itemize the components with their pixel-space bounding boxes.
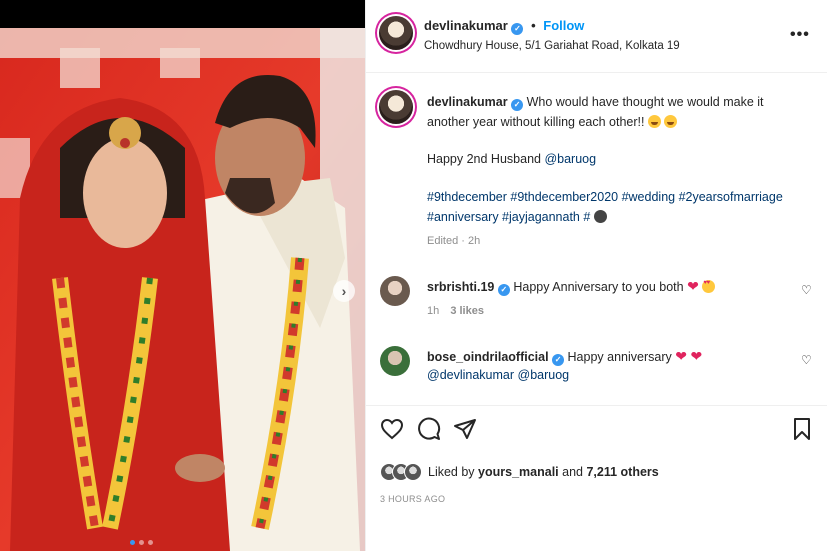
caption-line-3: Happy 2nd Husband @baruog [427, 152, 596, 166]
more-options-icon[interactable]: ••• [790, 26, 810, 44]
comment-2-row: bose_oindrilaofficial ✓ Happy anniversar… [427, 348, 702, 366]
header-divider [366, 72, 827, 73]
post-media: › [0, 0, 365, 551]
laughing-emoji-icon [647, 115, 661, 128]
caption-line-2: another year without killing each other!… [427, 115, 678, 129]
verified-badge-icon: ✓ [497, 284, 510, 296]
liked-by-row: Liked by yours_manali and 7,211 others [380, 460, 659, 484]
actions-divider [366, 405, 827, 406]
carousel-dot [139, 540, 144, 545]
comment-1-text: Happy Anniversary to you both [513, 280, 684, 294]
comment-1-likes[interactable]: 3 likes [450, 305, 484, 317]
caption-text-1: Who would have thought we would make it [526, 95, 764, 109]
comment-like-heart-icon[interactable]: ♡ [801, 353, 812, 367]
caption-mention[interactable]: @baruog [544, 152, 596, 166]
heart-emoji-icon: ❤ [675, 348, 687, 364]
author-header-row: devlinakumar ✓ • Follow [424, 18, 584, 35]
separator-dot: • [531, 18, 536, 33]
verified-badge-icon: ✓ [511, 23, 524, 35]
comment-1-time: 1h [427, 305, 440, 317]
caption-author-avatar[interactable] [379, 90, 413, 124]
heart-emoji-icon: ❤ [687, 278, 699, 294]
share-icon[interactable] [453, 417, 477, 441]
liker-avatar[interactable] [404, 463, 422, 481]
caption-text-3: Happy 2nd Husband [427, 152, 541, 166]
caption-text-2: another year without killing each other!… [427, 115, 645, 129]
comment-1-meta: 1h 3 likes [427, 305, 484, 317]
liked-by-user[interactable]: yours_manali [478, 465, 559, 479]
comment-2-mentions[interactable]: @devlinakumar @baruog [427, 368, 569, 382]
comment-like-heart-icon[interactable]: ♡ [801, 283, 812, 297]
comment-2-username[interactable]: bose_oindrilaofficial [427, 350, 549, 364]
media-top-bar [0, 0, 365, 28]
chevron-right-icon: › [341, 283, 347, 299]
caption-username[interactable]: devlinakumar [427, 95, 508, 109]
comment-2-text: Happy anniversary [567, 350, 672, 364]
heart-eyes-emoji-icon [702, 280, 716, 293]
commenter-avatar[interactable] [380, 346, 410, 376]
comment-icon[interactable] [417, 417, 441, 441]
carousel-indicator [130, 540, 153, 545]
post-location[interactable]: Chowdhury House, 5/1 Gariahat Road, Kolk… [424, 40, 680, 52]
caption-hashtags-2[interactable]: #anniversary #jayjagannath # [427, 210, 590, 224]
caption-edited-time: Edited · 2h [427, 235, 481, 247]
bookmark-icon[interactable] [790, 417, 814, 441]
liked-by-and: and [562, 465, 583, 479]
commenter-avatar[interactable] [380, 276, 410, 306]
caption-hashtags-1[interactable]: #9thdecember #9thdecember2020 #wedding #… [427, 190, 783, 204]
carousel-dot-active [130, 540, 135, 545]
caption-hashtags-2-row: #anniversary #jayjagannath # [427, 210, 607, 224]
author-avatar[interactable] [379, 16, 413, 50]
comment-1-row: srbrishti.19 ✓ Happy Anniversary to you … [427, 278, 716, 296]
laughing-emoji-icon [664, 115, 678, 128]
heart-emoji-icon: ❤ [690, 348, 703, 364]
wedding-photo[interactable] [0, 28, 365, 551]
wedding-photo-illustration [0, 28, 365, 551]
follow-button[interactable]: Follow [543, 18, 584, 33]
author-username[interactable]: devlinakumar [424, 18, 508, 33]
liked-by-text: Liked by yours_manali and 7,211 others [428, 465, 659, 479]
comment-1-username[interactable]: srbrishti.19 [427, 280, 494, 294]
verified-badge-icon: ✓ [552, 354, 565, 366]
likes-count[interactable]: 7,211 others [586, 465, 658, 479]
carousel-dot [148, 540, 153, 545]
next-photo-button[interactable]: › [333, 280, 355, 302]
globe-emoji-icon [593, 210, 607, 223]
caption-line-1: devlinakumar ✓ Who would have thought we… [427, 95, 764, 111]
heart-icon[interactable] [380, 417, 404, 441]
liked-by-prefix: Liked by [428, 465, 475, 479]
post-timestamp: 3 HOURS AGO [380, 494, 446, 504]
verified-badge-icon: ✓ [511, 99, 524, 111]
